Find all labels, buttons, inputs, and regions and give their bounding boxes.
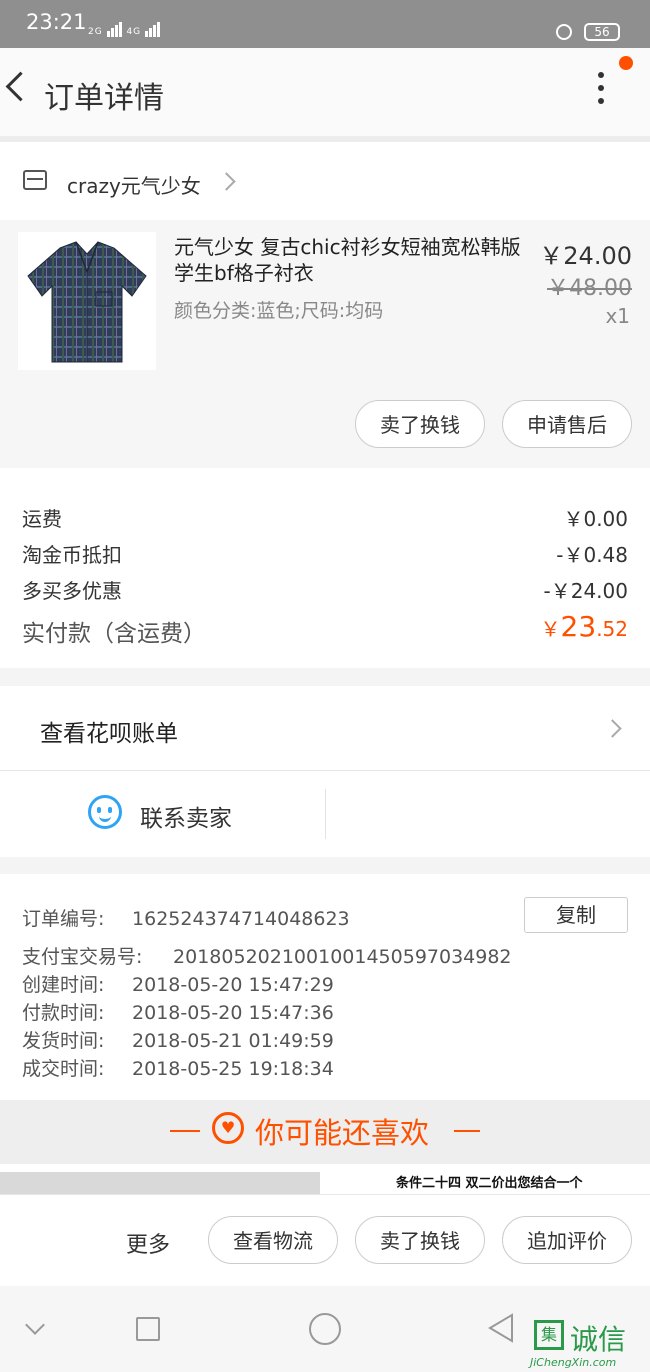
add-review-button[interactable]: 追加评价 [502, 1216, 632, 1264]
huabei-label: 查看花呗账单 [40, 721, 178, 747]
decor-line [170, 1130, 200, 1132]
recommend-item-text[interactable]: 条件二十四 双二价出您结合一个 [396, 1172, 583, 1191]
decor-line [454, 1130, 480, 1132]
watermark-text: 诚信 [570, 1323, 627, 1356]
view-logistics-button[interactable]: 查看物流 [208, 1216, 338, 1264]
network-type-2: 4G [126, 27, 142, 37]
recommend-title: 你可能还喜欢 [255, 1116, 430, 1150]
smile-chat-icon [88, 795, 122, 829]
total-currency: ￥ [540, 617, 561, 641]
lock-icon [556, 24, 572, 40]
fee-value: -￥0.48 [556, 543, 628, 567]
product-name[interactable]: 元气少女 复古chic衬衫女短袖宽松韩版学生bf格子衬衣 [174, 234, 540, 286]
recommend-item-image[interactable] [0, 1172, 320, 1194]
fee-row-shipping: 运费 ￥0.00 [22, 503, 628, 532]
contact-seller-button[interactable]: 联系卖家 [140, 799, 232, 833]
status-bar: 23:21 2G 4G 56 [0, 0, 650, 48]
info-label: 成交时间: [22, 1058, 105, 1080]
created-time: 2018-05-20 15:47:29 [132, 974, 334, 996]
watermark-logo-icon: 集 [534, 1320, 564, 1350]
recommend-strip[interactable]: 条件二十四 双二价出您结合一个 [0, 1164, 650, 1194]
paid-time: 2018-05-20 15:47:36 [132, 1002, 334, 1024]
fee-value: ￥0.00 [563, 507, 628, 531]
more-button[interactable]: 更多 [126, 1227, 170, 1259]
contact-row: 联系卖家 [0, 771, 650, 857]
more-vertical-icon[interactable] [598, 72, 608, 111]
page-title: 订单详情 [44, 81, 164, 116]
back-arrow-icon[interactable] [5, 71, 36, 102]
chevron-right-icon [217, 172, 236, 191]
fee-label: 淘金币抵扣 [22, 543, 122, 567]
recommend-header: ♥ 你可能还喜欢 [0, 1100, 650, 1164]
page-header: 订单详情 [0, 48, 650, 142]
order-info: 订单编号: 162524374714048623 复制 支付宝交易号: 2018… [0, 874, 650, 1100]
fee-summary: 运费 ￥0.00 淘金币抵扣 -￥0.48 多买多优惠 -￥24.00 实付款（… [0, 468, 650, 668]
signal-icons: 2G 4G [88, 22, 161, 37]
paid-time-row: 付款时间: 2018-05-20 15:47:36 [22, 998, 334, 1025]
battery-indicator: 56 [584, 23, 620, 41]
alipay-trade-number: 2018052021001001450597034982 [173, 946, 512, 968]
created-time-row: 创建时间: 2018-05-20 15:47:29 [22, 970, 334, 997]
shop-icon [23, 170, 47, 190]
fee-row-coins: 淘金币抵扣 -￥0.48 [22, 539, 628, 568]
recent-apps-icon[interactable] [136, 1317, 160, 1341]
total-label: 实付款（含运费） [22, 621, 206, 647]
sell-for-cash-button[interactable]: 卖了换钱 [355, 1216, 485, 1264]
info-label: 支付宝交易号: [22, 946, 143, 968]
product-sku: 颜色分类:蓝色;尺码:均码 [174, 300, 384, 322]
order-number-row: 订单编号: 162524374714048623 [22, 904, 350, 931]
order-number: 162524374714048623 [132, 908, 350, 930]
divider [325, 789, 326, 839]
total-row: 实付款（含运费） ￥23.52 [22, 610, 628, 648]
watermark-url: JiChengXin.com [530, 1356, 617, 1369]
fee-label: 多买多优惠 [22, 579, 122, 603]
fee-label: 运费 [22, 507, 62, 531]
after-sale-button[interactable]: 申请售后 [502, 400, 632, 448]
product-price: ￥24.00 [539, 242, 632, 270]
back-triangle-icon[interactable] [486, 1312, 516, 1344]
watermark: 集 诚信 JiChengXin.com [530, 1318, 650, 1372]
signal-bars-icon [145, 22, 161, 37]
product-quantity: x1 [605, 304, 630, 328]
signal-bars-icon [106, 22, 123, 37]
shipped-time: 2018-05-21 01:49:59 [132, 1030, 334, 1052]
alipay-trade-row: 支付宝交易号: 2018052021001001450597034982 [22, 942, 512, 969]
heart-icon: ♥ [212, 1112, 244, 1144]
shop-row[interactable]: crazy元气少女 [0, 142, 650, 220]
total-decimal: .52 [596, 617, 628, 641]
copy-button[interactable]: 复制 [524, 897, 628, 933]
completed-time-row: 成交时间: 2018-05-25 19:18:34 [22, 1054, 334, 1081]
action-bar: 更多 查看物流 卖了换钱 追加评价 [0, 1194, 650, 1287]
product-original-price: ￥48.00 [547, 276, 632, 301]
chevron-down-icon[interactable] [25, 1315, 45, 1335]
chevron-right-icon [603, 719, 622, 738]
status-time: 23:21 [26, 10, 87, 34]
fee-value: -￥24.00 [543, 579, 628, 603]
product-card: 元气少女 复古chic衬衫女短袖宽松韩版学生bf格子衬衣 颜色分类:蓝色;尺码:… [0, 220, 650, 468]
info-label: 订单编号: [22, 908, 105, 930]
info-label: 付款时间: [22, 1002, 105, 1024]
notification-dot [619, 56, 633, 70]
info-label: 创建时间: [22, 974, 105, 996]
total-integer: 23 [560, 610, 597, 643]
info-label: 发货时间: [22, 1030, 105, 1052]
huabei-bill-row[interactable]: 查看花呗账单 [0, 686, 650, 771]
product-image[interactable] [18, 232, 156, 370]
completed-time: 2018-05-25 19:18:34 [132, 1058, 334, 1080]
shop-name: crazy元气少女 [67, 174, 201, 198]
network-type-1: 2G [88, 27, 103, 37]
home-icon[interactable] [309, 1313, 341, 1345]
total-amount: ￥23.52 [541, 610, 628, 643]
fee-row-discount: 多买多优惠 -￥24.00 [22, 575, 628, 604]
sell-for-cash-button[interactable]: 卖了换钱 [355, 400, 485, 448]
shipped-time-row: 发货时间: 2018-05-21 01:49:59 [22, 1026, 334, 1053]
